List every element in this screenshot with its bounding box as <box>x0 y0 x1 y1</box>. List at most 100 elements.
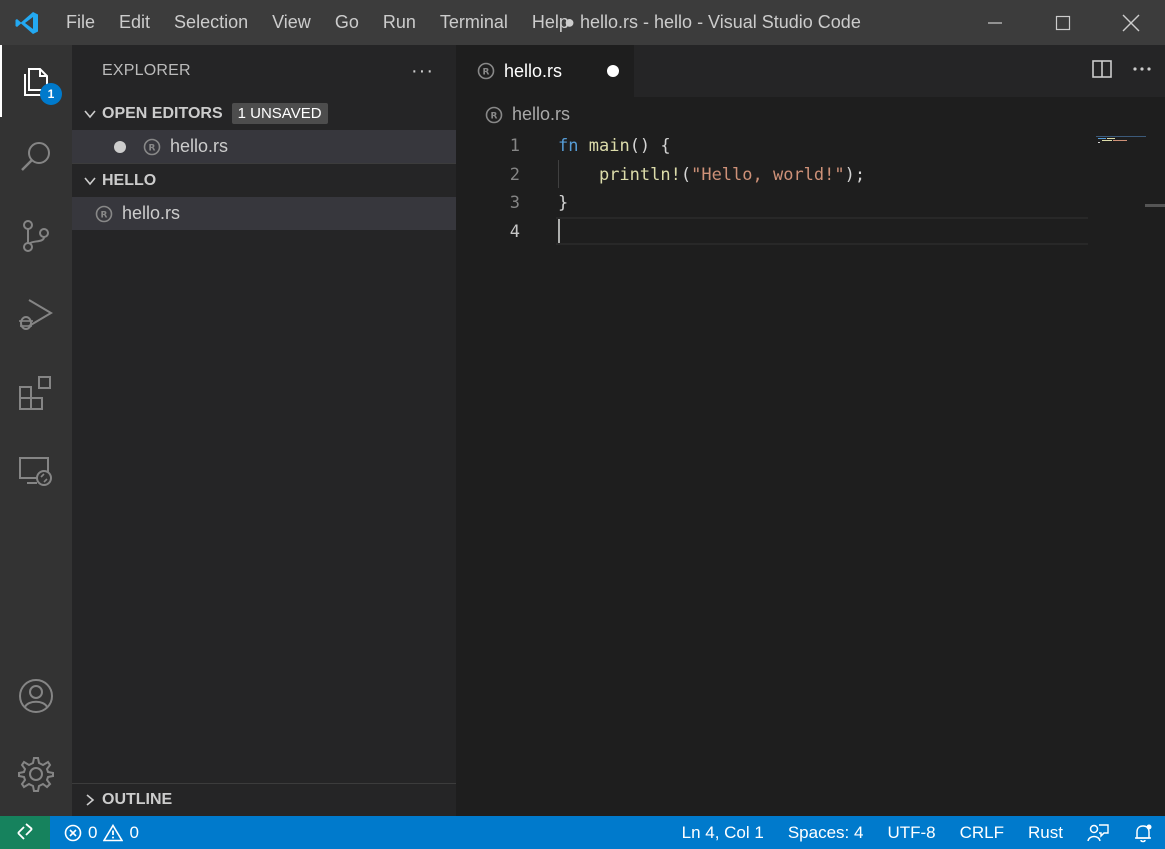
minimap[interactable] <box>1096 131 1146 143</box>
svg-text:R: R <box>491 111 498 121</box>
unsaved-badge: 1 UNSAVED <box>231 103 328 124</box>
menu-file[interactable]: File <box>54 0 107 45</box>
vscode-logo-icon[interactable] <box>0 0 54 45</box>
menu-terminal[interactable]: Terminal <box>428 0 520 45</box>
code-line: 3 } <box>456 189 1165 218</box>
bell-icon <box>1135 824 1152 842</box>
problems-indicator[interactable]: 0 0 <box>50 816 145 849</box>
maximize-icon <box>1055 15 1071 30</box>
folder-file-item[interactable]: R hello.rs <box>72 197 456 230</box>
minimap-preview <box>1098 138 1127 143</box>
activity-extensions[interactable] <box>0 357 72 429</box>
split-editor-icon <box>1092 59 1112 78</box>
chevron-down-icon <box>78 174 102 188</box>
svg-text:R: R <box>149 143 156 153</box>
menu-bar: File Edit Selection View Go Run Terminal… <box>54 0 581 45</box>
editor-area: R hello.rs R hello.rs 1 fn main() { 2 pr… <box>456 45 1165 816</box>
outline-header[interactable]: OUTLINE <box>72 784 456 816</box>
indentation[interactable]: Spaces: 4 <box>776 816 876 849</box>
code-line: 1 fn main() { <box>456 132 1165 161</box>
line-number: 3 <box>509 193 520 214</box>
code-text: fn main() { <box>558 136 671 157</box>
close-icon <box>1122 14 1140 31</box>
svg-text:R: R <box>101 210 108 220</box>
warning-count: 0 <box>129 822 139 842</box>
extensions-icon <box>19 376 51 410</box>
rust-file-icon: R <box>142 137 162 157</box>
activity-accounts[interactable] <box>0 660 72 732</box>
breadcrumb[interactable]: R hello.rs <box>456 97 1165 132</box>
language-mode[interactable]: Rust <box>1016 816 1075 849</box>
more-actions-button[interactable]: ··· <box>411 60 434 83</box>
remote-indicator-button[interactable] <box>0 816 50 849</box>
feedback-button[interactable] <box>1075 816 1121 849</box>
menu-edit[interactable]: Edit <box>107 0 162 45</box>
account-icon <box>19 679 53 713</box>
activity-run-debug[interactable] <box>0 278 72 350</box>
feedback-icon <box>1087 823 1109 841</box>
activity-source-control[interactable] <box>0 200 72 272</box>
tab-label: hello.rs <box>504 60 563 81</box>
minimize-button[interactable] <box>961 0 1029 45</box>
activity-search[interactable] <box>0 121 72 193</box>
status-bar-right: Ln 4, Col 1 Spaces: 4 UTF-8 CRLF Rust <box>670 816 1165 849</box>
code-line: 2 println!("Hello, world!"); <box>456 161 1165 190</box>
run-debug-icon <box>19 299 53 330</box>
encoding[interactable]: UTF-8 <box>875 816 947 849</box>
warning-icon <box>103 823 124 841</box>
open-editors-label: OPEN EDITORS <box>102 104 223 122</box>
code-line: 4 <box>456 218 1165 247</box>
menu-run[interactable]: Run <box>371 0 428 45</box>
remote-explorer-icon <box>19 457 52 486</box>
hello-folder-label: HELLO <box>102 171 157 189</box>
maximize-button[interactable] <box>1029 0 1097 45</box>
open-editors-header[interactable]: OPEN EDITORS 1 UNSAVED <box>72 97 456 130</box>
code-text: } <box>558 193 569 214</box>
open-editor-item[interactable]: R hello.rs <box>72 130 456 163</box>
outline-section[interactable]: OUTLINE <box>72 783 456 816</box>
window-controls <box>961 0 1165 45</box>
rust-file-icon: R <box>94 204 114 224</box>
unsaved-dot-icon[interactable] <box>607 65 619 77</box>
activity-manage[interactable] <box>0 738 72 810</box>
text-cursor <box>558 219 560 243</box>
code-text: println!("Hello, world!"); <box>598 164 866 185</box>
activity-remote-explorer[interactable] <box>0 436 72 508</box>
menu-help[interactable]: Help <box>520 0 581 45</box>
notifications-button[interactable] <box>1121 816 1165 849</box>
tab-hello-rs[interactable]: R hello.rs <box>456 45 634 97</box>
minimize-icon <box>988 21 1002 24</box>
title-bar: File Edit Selection View Go Run Terminal… <box>0 0 1165 45</box>
code-editor[interactable]: 1 fn main() { 2 println!("Hello, world!"… <box>456 132 1165 246</box>
menu-selection[interactable]: Selection <box>162 0 260 45</box>
activity-explorer[interactable]: 1 <box>0 45 72 117</box>
folder-filename: hello.rs <box>122 203 181 223</box>
open-editor-filename: hello.rs <box>170 136 229 156</box>
menu-view[interactable]: View <box>260 0 323 45</box>
explorer-header: EXPLORER ··· <box>72 45 456 97</box>
split-editor-button[interactable] <box>1091 58 1113 85</box>
gear-icon <box>18 757 54 792</box>
explorer-title: EXPLORER <box>102 62 191 79</box>
line-number: 2 <box>509 164 520 185</box>
search-icon <box>21 142 50 171</box>
end-of-line[interactable]: CRLF <box>948 816 1016 849</box>
unsaved-dot-icon[interactable] <box>114 140 126 153</box>
scrollbar-cursor-marker[interactable] <box>1145 204 1165 207</box>
outline-label: OUTLINE <box>102 791 173 808</box>
svg-text:R: R <box>483 68 490 78</box>
hello-folder-header[interactable]: HELLO <box>72 164 456 197</box>
rust-file-icon: R <box>484 105 504 125</box>
remote-icon <box>17 822 33 840</box>
error-count: 0 <box>88 822 98 842</box>
line-number: 4 <box>509 221 520 242</box>
status-bar: 0 0 Ln 4, Col 1 Spaces: 4 UTF-8 CRLF Rus… <box>0 816 1165 849</box>
cursor-position[interactable]: Ln 4, Col 1 <box>670 816 776 849</box>
menu-go[interactable]: Go <box>323 0 371 45</box>
explorer-sidebar: EXPLORER ··· OPEN EDITORS 1 UNSAVED R he… <box>72 45 456 816</box>
editor-more-actions-button[interactable] <box>1131 58 1153 85</box>
rust-file-icon: R <box>476 61 496 81</box>
breadcrumb-file[interactable]: hello.rs <box>512 104 570 125</box>
chevron-down-icon <box>78 107 102 121</box>
close-window-button[interactable] <box>1097 0 1165 45</box>
